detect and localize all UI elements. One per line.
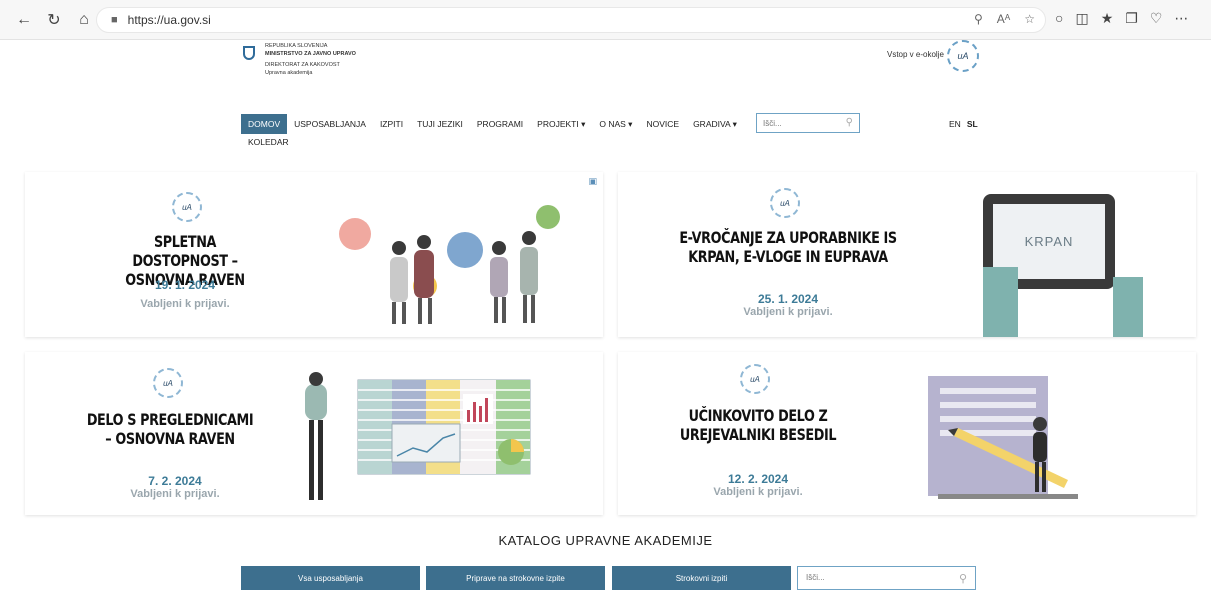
zoom-icon[interactable]: ⚲ — [974, 12, 983, 26]
card-delo-s-preglednicami[interactable]: uA DELO S PREGLEDNICAMI – OSNOVNA RAVEN … — [25, 352, 603, 515]
nav-programi[interactable]: PROGRAMI — [470, 116, 530, 132]
org-line-1: REPUBLIKA SLOVENIJA — [265, 43, 328, 49]
hand-right-illustration — [1113, 277, 1143, 337]
catalog-search-input[interactable] — [806, 573, 946, 582]
search-input[interactable] — [763, 118, 843, 128]
search-icon[interactable]: ⚲ — [846, 117, 853, 128]
ua-card-logo-icon: uA — [770, 188, 800, 218]
card-subtitle: Vabljeni k prijavi. — [743, 306, 833, 318]
main-nav: DOMOV USPOSABLJANJA IZPITI TUJI JEZIKI P… — [241, 114, 744, 134]
org-line-2: MINISTRSTVO ZA JAVNO UPRAVO — [265, 51, 356, 57]
ua-card-logo-icon: uA — [172, 192, 202, 222]
nav-projekti[interactable]: PROJEKTI ▾ — [530, 116, 592, 133]
card-subtitle: Vabljeni k prijavi. — [130, 488, 220, 500]
card-ucinkovito-delo[interactable]: uA UČINKOVITO DELO Z UREJEVALNIKI BESEDI… — [618, 352, 1196, 515]
back-icon[interactable]: ← — [10, 6, 38, 34]
org-line-4: Upravna akademija — [265, 70, 313, 76]
nav-usposabljanja[interactable]: USPOSABLJANJA — [287, 116, 373, 132]
ua-card-logo-icon: uA — [153, 368, 183, 398]
lang-sl[interactable]: SL — [967, 119, 978, 129]
card-title: E-VROČANJE ZA UPORABNIKE IS KRPAN, E-VLO… — [679, 228, 897, 266]
ua-logo-icon[interactable]: uA — [947, 40, 979, 72]
card-date: 19. 1. 2024 — [154, 278, 216, 292]
all-trainings-button[interactable]: Vsa usposabljanja — [241, 566, 420, 590]
card-e-vrocanje[interactable]: uA E-VROČANJE ZA UPORABNIKE IS KRPAN, E-… — [618, 172, 1196, 337]
ad-choice-icon[interactable]: ▣ — [588, 176, 597, 187]
catalog-search[interactable]: ⚲ — [797, 566, 976, 590]
catalog-title: KATALOG UPRAVNE AKADEMIJE — [498, 533, 713, 548]
nav-koledar[interactable]: KOLEDAR — [248, 137, 289, 147]
professional-exams-button[interactable]: Strokovni izpiti — [612, 566, 791, 590]
header-search[interactable]: ⚲ — [756, 113, 860, 133]
card-title: UČINKOVITO DELO Z UREJEVALNIKI BESEDIL — [679, 406, 837, 444]
card-date: 7. 2. 2024 — [148, 474, 202, 488]
nav-domov[interactable]: DOMOV — [241, 114, 288, 134]
search-icon[interactable]: ⚲ — [959, 572, 967, 585]
language-switch: EN SL — [949, 119, 978, 129]
nav-novice[interactable]: NOVICE — [639, 116, 686, 132]
card-subtitle: Vabljeni k prijavi. — [713, 486, 803, 498]
word-editor-illustration — [928, 376, 1078, 499]
nav-o-nas[interactable]: O NAS ▾ — [592, 116, 639, 133]
lock-icon: ■ — [111, 14, 118, 26]
home-icon[interactable]: ⌂ — [70, 6, 98, 34]
refresh-icon[interactable]: ↻ — [40, 6, 68, 34]
lang-en[interactable]: EN — [949, 119, 961, 129]
exam-prep-button[interactable]: Priprave na strokovne izpite — [426, 566, 605, 590]
organization-name[interactable]: REPUBLIKA SLOVENIJA MINISTRSTVO ZA JAVNO… — [265, 42, 356, 77]
government-crest-icon[interactable] — [243, 46, 255, 60]
krpan-logo-text: KRPAN — [1024, 234, 1074, 249]
browser-toolbar: ← ↻ ⌂ ■ https://ua.gov.si ⚲ Aᴬ ☆ ○ ◫ ★ ❐… — [0, 0, 1211, 40]
spreadsheet-illustration — [305, 372, 531, 500]
hand-left-illustration — [983, 267, 1018, 337]
org-line-3: DIREKTORAT ZA KAKOVOST — [265, 62, 340, 68]
browser-essentials-icon[interactable]: ♡ — [1150, 10, 1163, 27]
read-aloud-icon[interactable]: Aᴬ — [997, 12, 1010, 26]
favorite-star-icon[interactable]: ☆ — [1024, 12, 1035, 26]
extensions-icon[interactable]: ○ — [1055, 10, 1063, 27]
card-subtitle: Vabljeni k prijavi. — [140, 298, 230, 310]
url-text: https://ua.gov.si — [127, 13, 211, 27]
eokolje-link[interactable]: Vstop v e-okolje — [887, 50, 944, 59]
nav-tuji-jeziki[interactable]: TUJI JEZIKI — [410, 116, 470, 132]
ua-card-logo-icon: uA — [740, 364, 770, 394]
card-spletna-dostopnost[interactable]: uA SPLETNA DOSTOPNOST – OSNOVNA RAVEN 19… — [25, 172, 603, 337]
card-title: DELO S PREGLEDNICAMI – OSNOVNA RAVEN — [86, 410, 254, 448]
address-bar[interactable]: ■ https://ua.gov.si ⚲ Aᴬ ☆ — [96, 7, 1046, 33]
more-menu-icon[interactable]: ⋯ — [1174, 10, 1188, 27]
favorites-icon[interactable]: ★ — [1101, 10, 1114, 27]
split-screen-icon[interactable]: ◫ — [1075, 10, 1088, 27]
card-date: 25. 1. 2024 — [757, 292, 819, 306]
card-date: 12. 2. 2024 — [727, 472, 789, 486]
accessibility-illustration — [339, 205, 560, 324]
collections-icon[interactable]: ❐ — [1125, 10, 1138, 27]
nav-izpiti[interactable]: IZPITI — [373, 116, 410, 132]
nav-gradiva[interactable]: GRADIVA ▾ — [686, 116, 744, 133]
